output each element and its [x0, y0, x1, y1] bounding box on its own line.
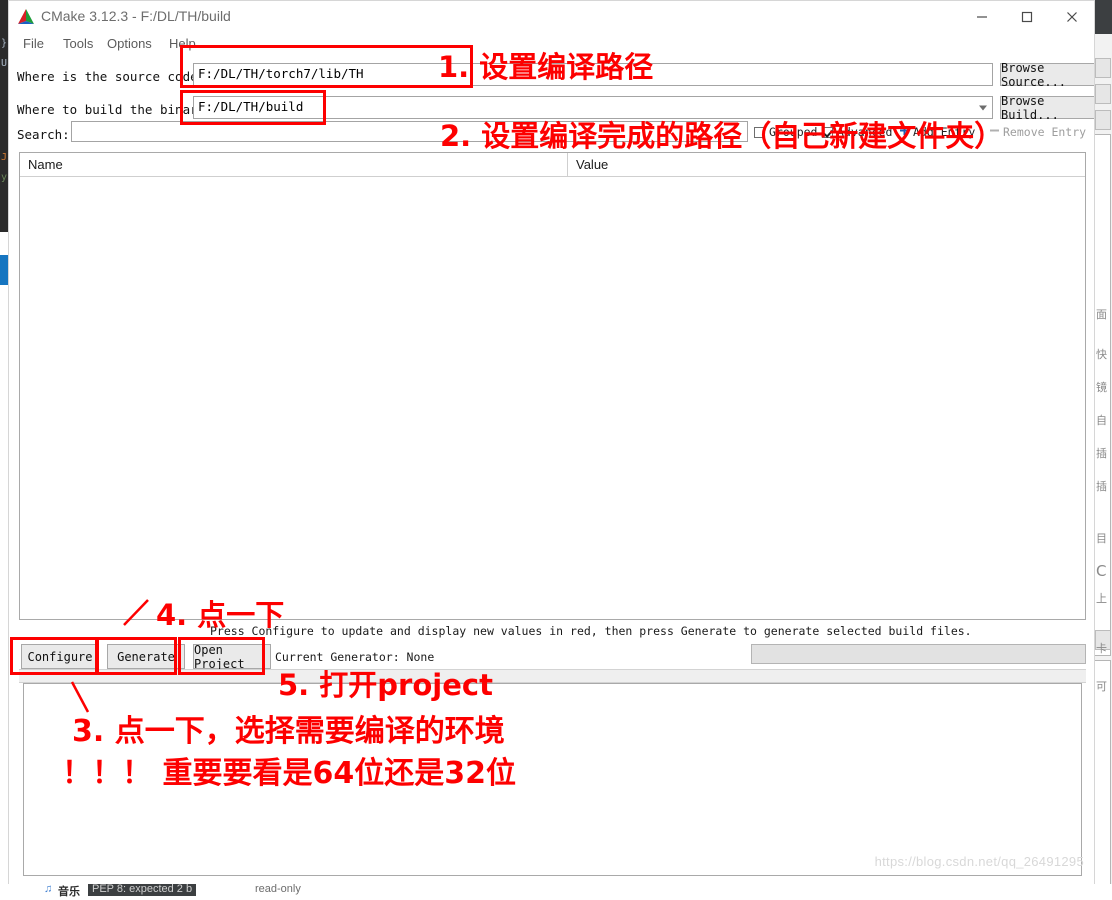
- advanced-checkbox[interactable]: Advanced: [822, 125, 892, 139]
- open-project-button[interactable]: Open Project: [193, 643, 271, 671]
- csdn-watermark: https://blog.csdn.net/qq_26491295: [874, 854, 1084, 869]
- background-right-fragment-7: C: [1096, 562, 1107, 580]
- chevron-down-icon: [979, 105, 987, 110]
- background-right-titlebar: [1095, 0, 1112, 34]
- search-input[interactable]: [71, 121, 748, 142]
- background-right-fragment-6: 目: [1096, 532, 1107, 545]
- background-right-fragment-9: 卡: [1096, 642, 1107, 655]
- menu-item-options[interactable]: Options: [102, 35, 157, 52]
- column-header-name: Name: [28, 157, 63, 172]
- generate-button[interactable]: Generate: [107, 644, 185, 669]
- column-header-value: Value: [576, 157, 609, 172]
- background-right-button-2: [1095, 84, 1111, 104]
- grouped-checkbox[interactable]: Grouped: [754, 125, 817, 139]
- background-right-fragment-5: 插: [1096, 480, 1107, 493]
- current-generator-label: Current Generator: None: [275, 650, 435, 664]
- cache-table-header: Name Value: [20, 153, 1085, 177]
- generator-strip: [19, 669, 1086, 683]
- background-right-fragment-1: 快: [1096, 348, 1107, 361]
- cache-variables-table[interactable]: Name Value: [19, 152, 1086, 620]
- configure-button[interactable]: Configure: [21, 644, 99, 669]
- browse-source-button[interactable]: Browse Source...: [1000, 61, 1094, 89]
- plus-icon: [899, 125, 910, 139]
- background-right-field-2: [1094, 660, 1111, 892]
- background-right-panel: 面 快 镜 自 插 插 目 C 上 卡 可: [1094, 34, 1112, 892]
- close-icon[interactable]: [1049, 1, 1094, 32]
- taskbar: ♫ 音乐 PEP 8: expected 2 b read-only: [0, 884, 1112, 900]
- source-code-value: F:/DL/TH/torch7/lib/TH: [198, 66, 364, 81]
- column-divider[interactable]: [567, 153, 568, 177]
- add-entry-label: Add Entry: [913, 125, 976, 139]
- output-log-box[interactable]: [23, 683, 1082, 876]
- window-titlebar: CMake 3.12.3 - F:/DL/TH/build: [9, 1, 1094, 33]
- ide-gutter-frag-0: }: [1, 38, 8, 49]
- ide-gutter-frag-1: U: [1, 58, 8, 69]
- window-title: CMake 3.12.3 - F:/DL/TH/build: [41, 8, 231, 24]
- taskbar-readonly-label: read-only: [255, 884, 301, 895]
- background-right-fragment-3: 自: [1096, 414, 1107, 427]
- music-note-icon: ♫: [44, 884, 53, 895]
- menu-item-help[interactable]: Help: [164, 35, 201, 52]
- menu-item-tools[interactable]: Tools: [58, 35, 98, 52]
- background-right-button-3: [1095, 110, 1111, 130]
- search-label: Search:: [17, 127, 70, 142]
- menu-item-file[interactable]: File: [18, 35, 49, 52]
- cmake-triangle-logo-icon: [17, 8, 35, 25]
- screen-root: } U J y 面 快 镜 自 插 插 目 C 上 卡 可 CMake 3.12…: [0, 0, 1112, 900]
- remove-entry-label: Remove Entry: [1003, 125, 1087, 139]
- build-binaries-combo[interactable]: F:/DL/TH/build: [193, 96, 993, 119]
- source-code-input[interactable]: F:/DL/TH/torch7/lib/TH: [193, 63, 993, 86]
- background-right-button-1: [1095, 58, 1111, 78]
- source-code-label: Where is the source code:: [17, 69, 206, 84]
- add-entry-button[interactable]: Add Entry: [899, 125, 975, 139]
- status-hint-text: Press Configure to update and display ne…: [210, 624, 972, 638]
- browse-build-button[interactable]: Browse Build...: [1000, 94, 1094, 122]
- advanced-label: Advanced: [837, 125, 893, 139]
- taskbar-music-label[interactable]: 音乐: [58, 884, 80, 899]
- ide-gutter-frag-3: y: [1, 172, 8, 183]
- minus-icon: [989, 125, 1000, 139]
- background-right-fragment-0: 面: [1096, 308, 1107, 321]
- ide-gutter-frag-2: J: [1, 152, 8, 163]
- taskbar-inspection-note[interactable]: PEP 8: expected 2 b: [88, 884, 197, 896]
- build-binaries-value: F:/DL/TH/build: [198, 99, 304, 114]
- advanced-checkbox-box: [822, 126, 833, 138]
- menubar: File Tools Options Help: [9, 33, 1094, 55]
- grouped-label: Grouped: [769, 125, 818, 139]
- maximize-icon[interactable]: [1004, 1, 1049, 32]
- grouped-checkbox-box: [754, 126, 765, 138]
- cmake-window: CMake 3.12.3 - F:/DL/TH/build File Tools…: [8, 0, 1095, 885]
- minimize-icon[interactable]: [959, 1, 1004, 32]
- progress-bar: [751, 644, 1086, 664]
- remove-entry-button[interactable]: Remove Entry: [989, 125, 1086, 139]
- background-right-fragment-10: 可: [1096, 680, 1107, 693]
- background-right-fragment-2: 镜: [1096, 381, 1107, 394]
- background-right-fragment-8: 上: [1096, 592, 1107, 605]
- background-right-fragment-4: 插: [1096, 447, 1107, 460]
